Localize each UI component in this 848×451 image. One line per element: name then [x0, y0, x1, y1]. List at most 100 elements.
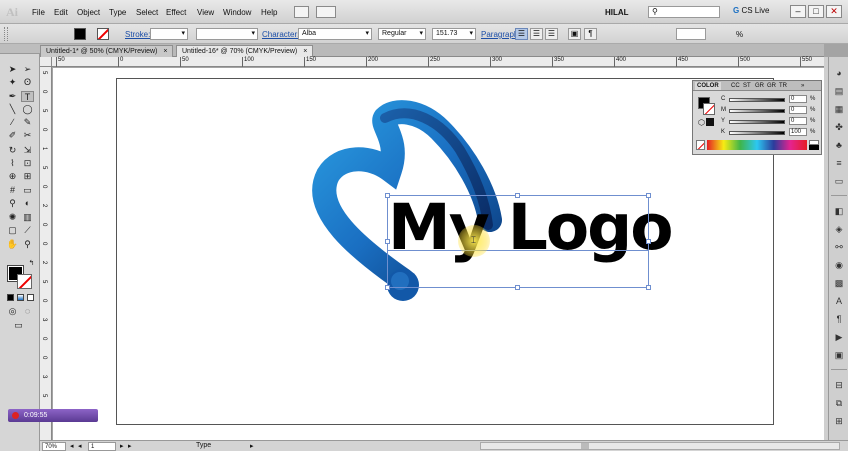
column-graph-tool-icon[interactable]: ▥: [21, 212, 34, 223]
opacity-field[interactable]: [676, 28, 706, 40]
type-tool-icon[interactable]: T: [21, 91, 34, 102]
none-mode-button[interactable]: [27, 294, 34, 301]
paintbrush-tool-icon[interactable]: ∕: [6, 117, 19, 128]
maximize-button[interactable]: □: [808, 5, 824, 18]
appearance-panel-icon[interactable]: ◉: [833, 259, 845, 271]
recording-timer[interactable]: 0:09:55: [8, 409, 98, 422]
graphic-styles-panel-icon[interactable]: ▩: [833, 277, 845, 289]
symbols-panel-icon[interactable]: ♣: [833, 139, 845, 151]
close-button[interactable]: ✕: [826, 5, 842, 18]
tab-color-guide[interactable]: CC: [729, 82, 742, 90]
channel-value-y[interactable]: 0: [789, 117, 807, 125]
menu-edit[interactable]: Edit: [54, 8, 68, 17]
artboard-number-field[interactable]: 1: [88, 442, 116, 451]
ruler-origin[interactable]: [40, 57, 52, 67]
none-color-button[interactable]: [696, 140, 705, 150]
channel-slider-c[interactable]: [729, 98, 785, 102]
zoom-field[interactable]: 70%: [42, 442, 66, 451]
swap-fill-stroke-icon[interactable]: ↰: [25, 258, 38, 269]
pathfinder-panel-icon[interactable]: ⧉: [833, 397, 845, 409]
handle-bottom-left[interactable]: [385, 285, 390, 290]
tab-untitled-16[interactable]: Untitled-16* @ 70% (CMYK/Preview) ×: [176, 45, 314, 57]
color-guide-panel-icon[interactable]: ▤: [833, 85, 845, 97]
arrange-documents-icon[interactable]: [316, 6, 336, 18]
handle-middle-left[interactable]: [385, 239, 390, 244]
menu-help[interactable]: Help: [261, 8, 277, 17]
slice-tool-icon[interactable]: ⟋: [21, 225, 34, 236]
eyedropper-tool-icon[interactable]: ⚲: [6, 198, 19, 209]
selection-bounding-box[interactable]: [387, 195, 649, 288]
tools-panel-header[interactable]: [0, 44, 40, 54]
font-family-field[interactable]: Alba ▾: [298, 28, 372, 40]
previous-artboard-icon[interactable]: ◂: [78, 442, 82, 450]
stroke-weight-field[interactable]: ▾: [150, 28, 188, 40]
draw-behind-icon[interactable]: ◌: [21, 306, 34, 317]
links-panel-icon[interactable]: ⚯: [833, 241, 845, 253]
shape-builder-tool-icon[interactable]: ⊕: [6, 171, 19, 182]
control-bar-grip[interactable]: [4, 27, 8, 41]
blob-brush-tool-icon[interactable]: ✐: [6, 130, 19, 141]
tab-untitled-1[interactable]: Untitled-1* @ 50% (CMYK/Preview) ×: [40, 45, 174, 57]
scale-tool-icon[interactable]: ⇲: [21, 145, 34, 156]
lasso-tool-icon[interactable]: ʘ: [21, 77, 34, 88]
stroke-panel-icon[interactable]: ≡: [833, 157, 845, 169]
brushes-panel-icon[interactable]: ✤: [833, 121, 845, 133]
horizontal-ruler[interactable]: 5005010015020025030035040045050055060065…: [52, 57, 824, 67]
symbol-sprayer-tool-icon[interactable]: ✺: [6, 212, 19, 223]
workspace-switcher[interactable]: HILAL: [605, 8, 629, 17]
hand-tool-icon[interactable]: ✋: [6, 239, 19, 250]
menu-effect[interactable]: Effect: [166, 8, 186, 17]
color-spectrum[interactable]: [707, 140, 807, 150]
close-tab-icon[interactable]: ×: [163, 48, 167, 55]
free-transform-tool-icon[interactable]: ⊡: [21, 158, 34, 169]
pen-tool-icon[interactable]: ✒: [6, 91, 19, 102]
font-style-field[interactable]: Regular ▾: [378, 28, 426, 40]
swatches-panel-icon[interactable]: ▦: [833, 103, 845, 115]
align-right-button[interactable]: ☰: [545, 28, 558, 40]
horizontal-scrollbar[interactable]: [480, 442, 840, 450]
handle-top-right[interactable]: [646, 193, 651, 198]
align-left-button[interactable]: ☰: [515, 28, 528, 40]
tab-color[interactable]: COLOR: [695, 82, 721, 90]
pencil-tool-icon[interactable]: ✎: [21, 117, 34, 128]
actions-panel-icon[interactable]: ▶: [833, 331, 845, 343]
artboards-panel-icon[interactable]: ▣: [833, 349, 845, 361]
channel-slider-y[interactable]: [729, 120, 785, 124]
artboard-tool-icon[interactable]: ▢: [6, 225, 19, 236]
handle-bottom-center[interactable]: [515, 285, 520, 290]
handle-top-left[interactable]: [385, 193, 390, 198]
color-mode-button[interactable]: [7, 294, 14, 301]
tab-stroke[interactable]: ST: [741, 82, 753, 90]
menu-file[interactable]: File: [32, 8, 45, 17]
ellipse-tool-icon[interactable]: ◯: [21, 104, 34, 115]
scroll-thumb[interactable]: [581, 443, 589, 449]
mesh-tool-icon[interactable]: #: [6, 185, 19, 196]
black-swatch[interactable]: [809, 145, 819, 150]
status-menu-icon[interactable]: ▸: [250, 442, 254, 450]
blend-tool-icon[interactable]: ◐: [21, 198, 34, 209]
character-label[interactable]: Character:: [262, 30, 299, 39]
last-artboard-icon[interactable]: ▸: [128, 442, 132, 450]
draw-normal-icon[interactable]: ◎: [6, 306, 19, 317]
variable-width-field[interactable]: ▾: [196, 28, 258, 40]
menu-object[interactable]: Object: [77, 8, 100, 17]
zoom-tool-icon[interactable]: ⚲: [21, 239, 34, 250]
layers-panel-icon[interactable]: ◈: [833, 223, 845, 235]
handle-bottom-right[interactable]: [646, 285, 651, 290]
panel-menu-icon[interactable]: »: [799, 82, 806, 90]
menu-select[interactable]: Select: [136, 8, 158, 17]
channel-slider-m[interactable]: [729, 109, 785, 113]
first-artboard-icon[interactable]: ◂: [70, 442, 74, 450]
status-mode[interactable]: Type: [196, 442, 211, 449]
tab-transparency[interactable]: TR: [777, 82, 789, 90]
minimize-button[interactable]: –: [790, 5, 806, 18]
handle-middle-right[interactable]: [646, 239, 651, 244]
stroke-color-swatch[interactable]: [97, 28, 109, 40]
paragraph-panel-icon[interactable]: ¶: [833, 313, 845, 325]
channel-value-m[interactable]: 0: [789, 106, 807, 114]
rotate-tool-icon[interactable]: ↻: [6, 145, 19, 156]
stroke-label[interactable]: Stroke:: [125, 30, 150, 39]
search-input[interactable]: ⚲: [648, 6, 720, 18]
eraser-tool-icon[interactable]: ✂: [21, 130, 34, 141]
gradient-panel-icon[interactable]: ▭: [833, 175, 845, 187]
